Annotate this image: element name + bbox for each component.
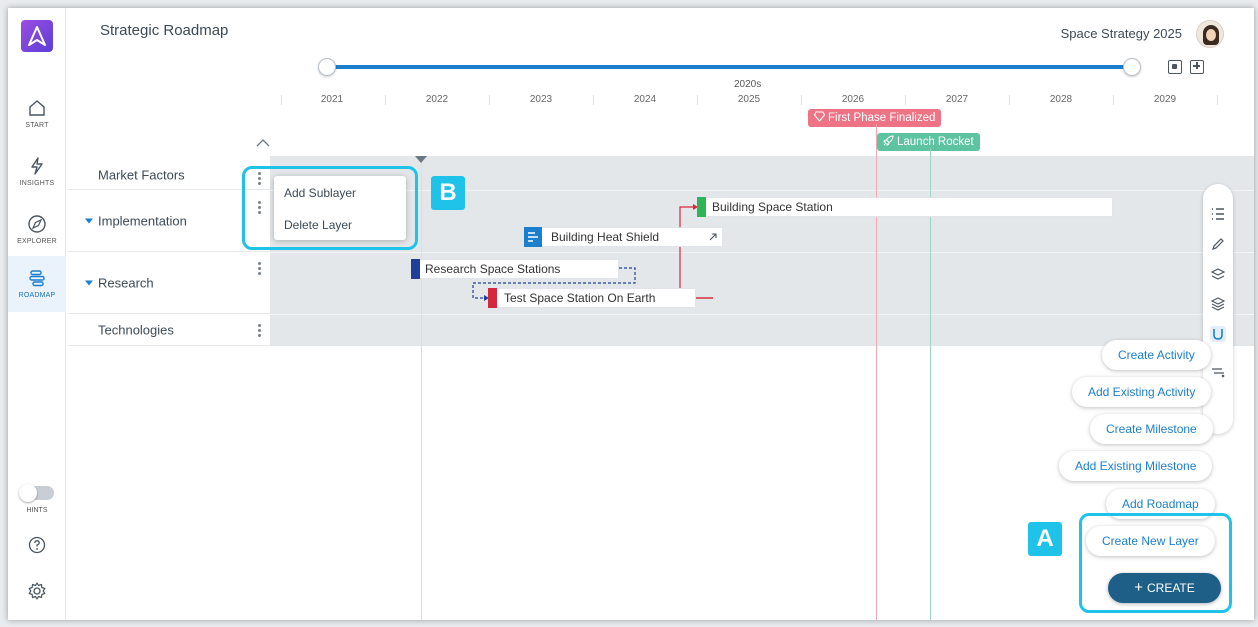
dependency-links (472, 204, 713, 301)
open-link-icon[interactable] (708, 232, 718, 242)
activity-label: Research Space Stations (425, 262, 561, 276)
app-window: START INSIGHTS EXPLORER ROADMAP HINTS St… (8, 8, 1254, 620)
activity-building-heat-shield[interactable]: Building Heat Shield (524, 227, 723, 247)
layers-add-icon[interactable] (1210, 266, 1226, 282)
option-add-existing-milestone[interactable]: Add Existing Milestone (1059, 451, 1213, 481)
activity-building-space-station[interactable]: Building Space Station (697, 197, 1113, 217)
activity-label: Building Space Station (712, 200, 833, 214)
activity-color-bar (411, 259, 420, 279)
filter-icon[interactable] (1210, 364, 1226, 380)
activity-test-space-station[interactable]: Test Space Station On Earth (488, 288, 696, 308)
list-icon (528, 232, 538, 242)
activity-label: Test Space Station On Earth (504, 291, 656, 305)
layers-icon[interactable] (1210, 296, 1226, 312)
highlight-box-a (1079, 513, 1232, 613)
activity-color-bar (524, 227, 542, 247)
list-view-icon[interactable] (1210, 206, 1226, 222)
annotation-badge-a: A (1028, 522, 1062, 556)
activity-label: Building Heat Shield (551, 230, 660, 244)
activity-research-space-stations[interactable]: Research Space Stations (411, 259, 619, 279)
activity-color-bar (697, 197, 706, 217)
annotation-badge-b: B (431, 176, 465, 210)
pencil-icon[interactable] (1210, 236, 1226, 252)
option-add-existing-activity[interactable]: Add Existing Activity (1072, 377, 1212, 407)
magnet-icon[interactable] (1210, 326, 1226, 342)
option-create-activity[interactable]: Create Activity (1102, 340, 1211, 370)
option-create-milestone[interactable]: Create Milestone (1090, 414, 1213, 444)
highlight-box-b (242, 166, 418, 250)
activity-color-bar (488, 288, 497, 308)
